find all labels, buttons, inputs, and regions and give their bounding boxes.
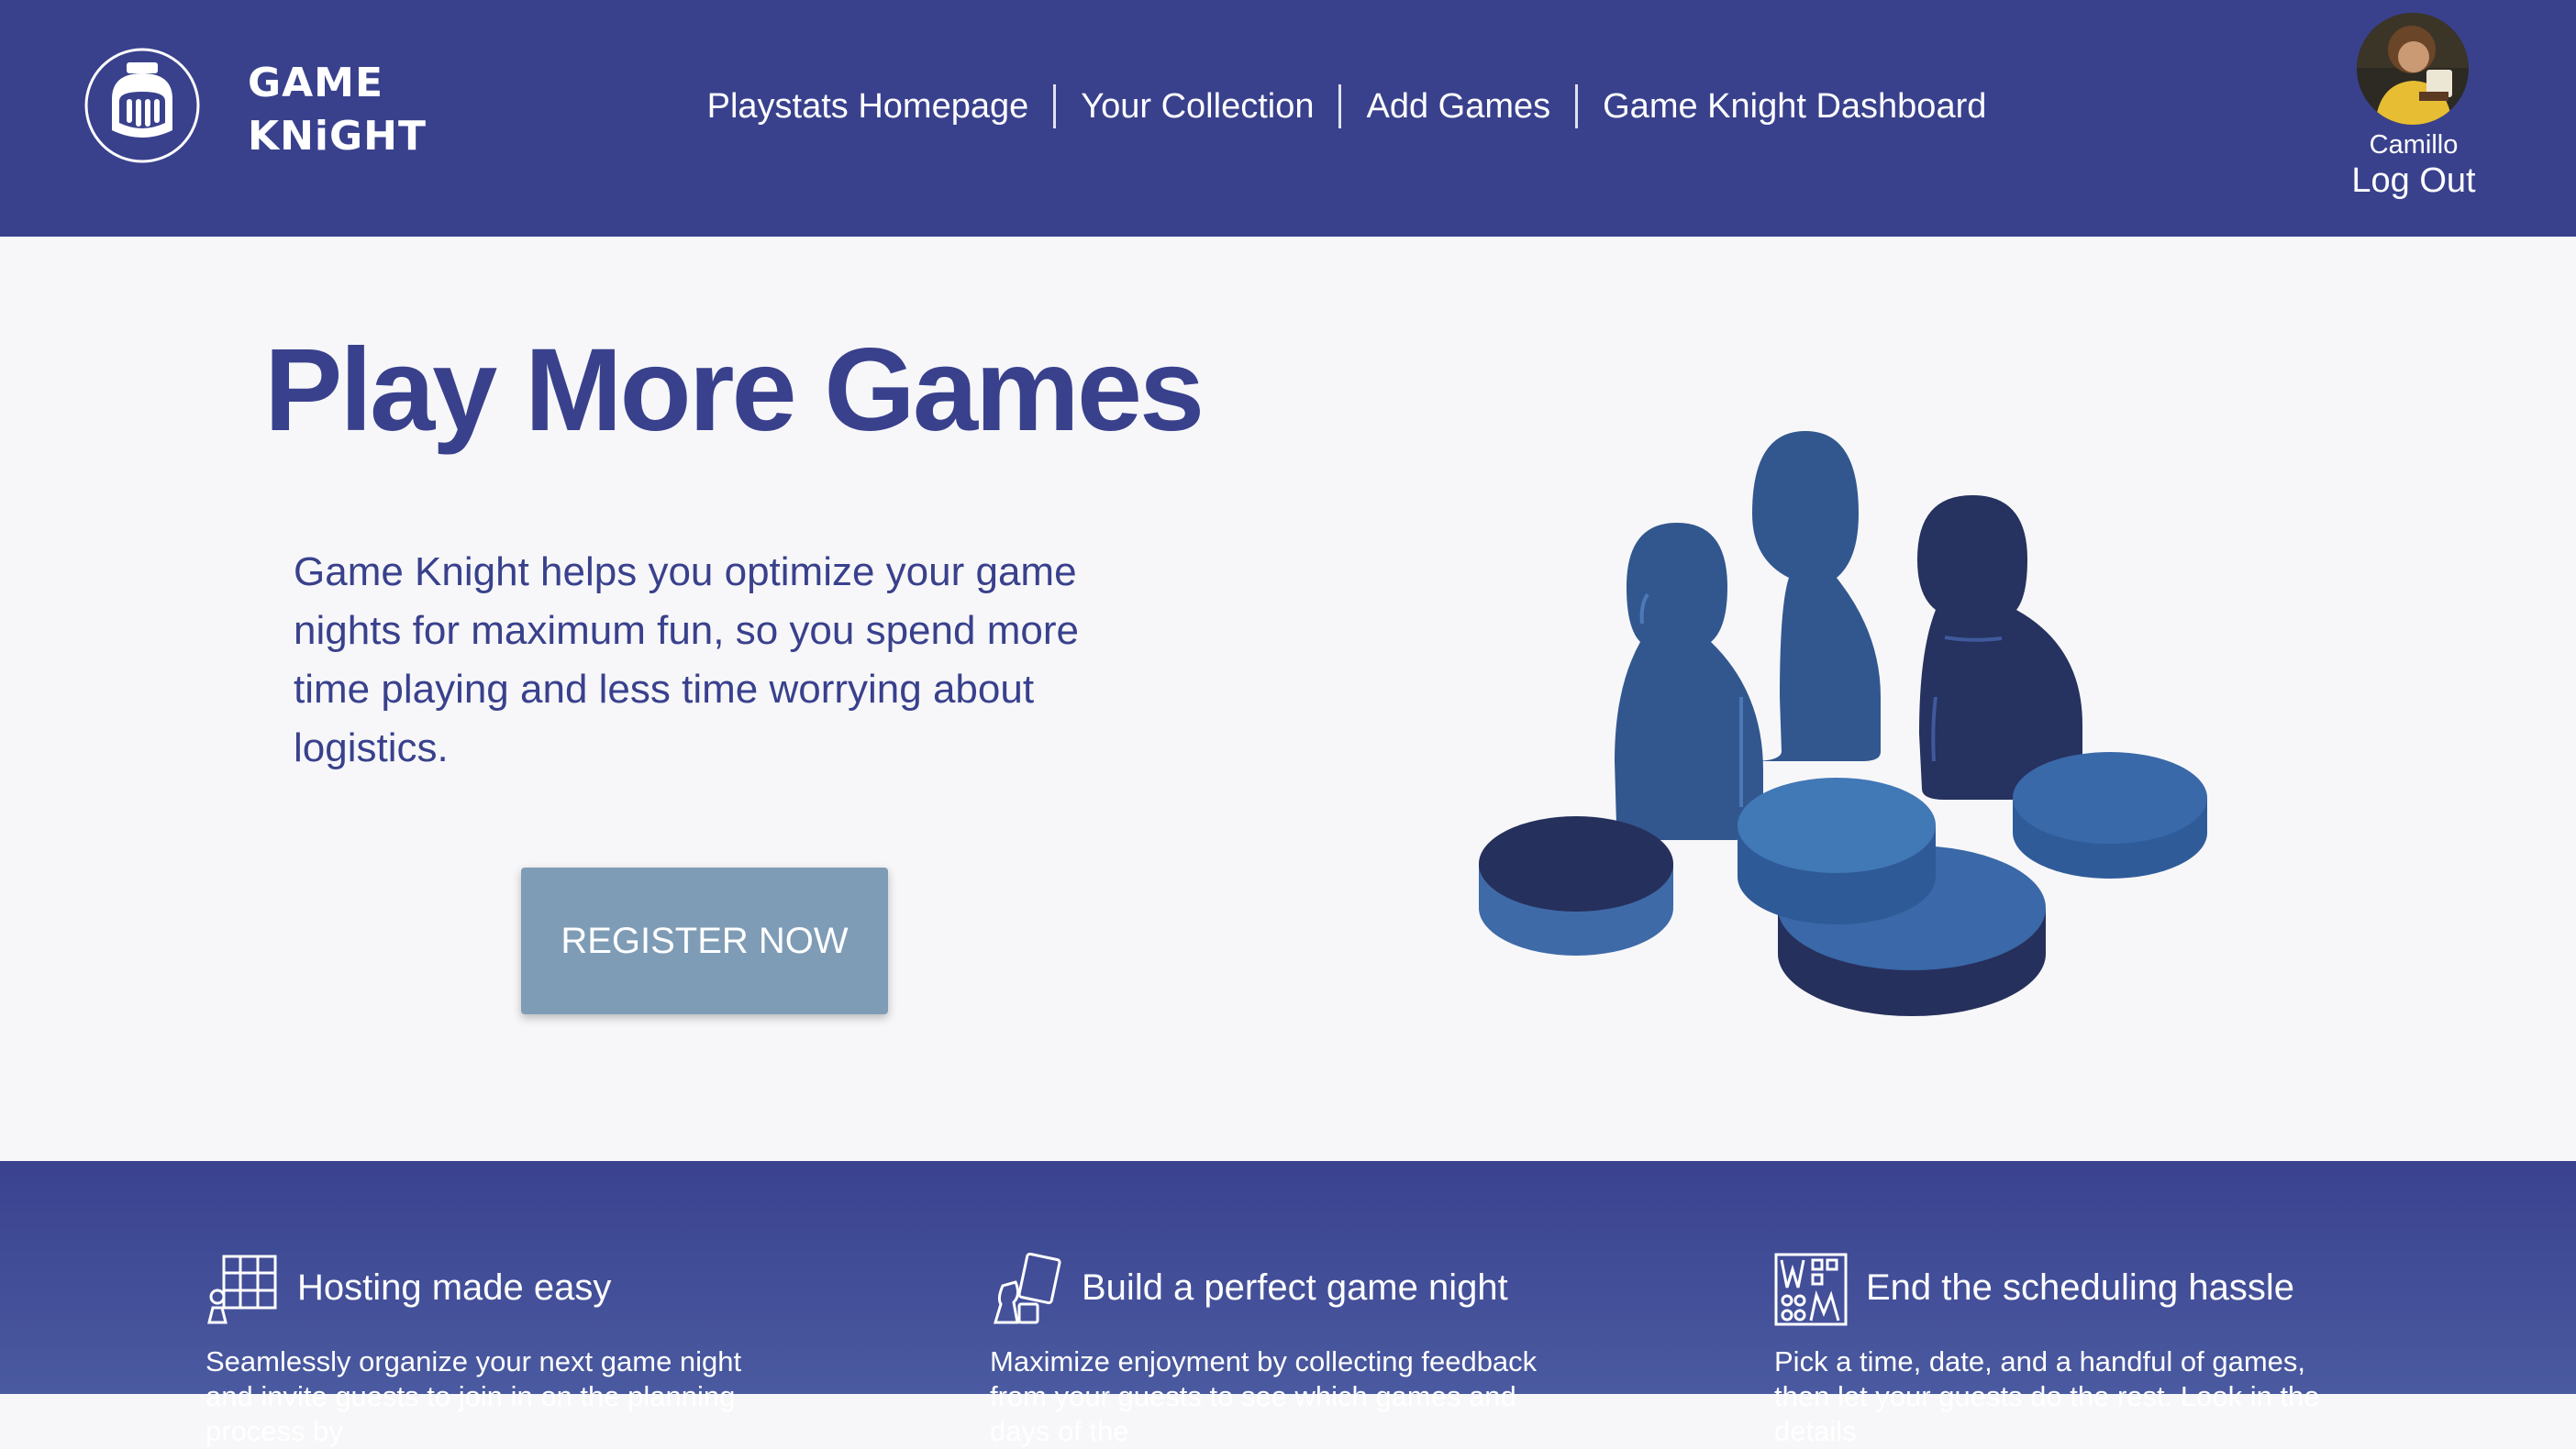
cards-dice-icon bbox=[990, 1252, 1063, 1326]
user-name: Camillo bbox=[2369, 130, 2459, 160]
nav-add-games[interactable]: Add Games bbox=[1341, 84, 1579, 128]
feature-text: Maximize enjoyment by collecting feedbac… bbox=[990, 1345, 1538, 1447]
board-game-pieces-illustration bbox=[1477, 330, 2238, 1045]
feature-title: End the scheduling hassle bbox=[1866, 1267, 2294, 1308]
feature-title: Build a perfect game night bbox=[1082, 1267, 1508, 1308]
hero-title: Play More Games bbox=[264, 325, 1205, 456]
register-now-button[interactable]: REGISTER NOW bbox=[521, 868, 888, 1014]
feature-text: Seamlessly organize your next game night… bbox=[205, 1345, 742, 1447]
logout-link[interactable]: Log Out bbox=[2345, 161, 2482, 201]
main-nav: Playstats Homepage Your Collection Add G… bbox=[0, 84, 2576, 128]
board-grid-icon bbox=[205, 1253, 279, 1326]
feature-title: Hosting made easy bbox=[297, 1267, 612, 1308]
nav-your-collection[interactable]: Your Collection bbox=[1056, 84, 1342, 128]
avatar[interactable] bbox=[2357, 13, 2469, 125]
hero-description: Game Knight helps you optimize your game… bbox=[294, 549, 1079, 770]
feature-text: Pick a time, date, and a handful of game… bbox=[1774, 1345, 2320, 1447]
site-header: GAME KNiGHT Playstats Homepage Your Coll… bbox=[0, 0, 2576, 237]
nav-game-knight-dashboard[interactable]: Game Knight Dashboard bbox=[1578, 84, 2011, 128]
calendar-board-icon bbox=[1774, 1253, 1848, 1326]
nav-playstats-homepage[interactable]: Playstats Homepage bbox=[683, 84, 1057, 128]
